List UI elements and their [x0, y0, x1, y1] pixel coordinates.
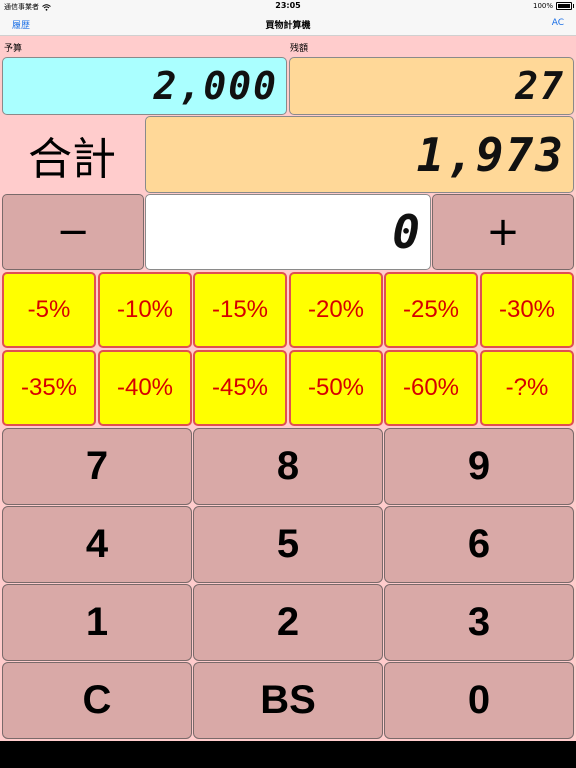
battery-icon [556, 2, 574, 10]
discount-25-button[interactable]: -25% [384, 272, 478, 348]
keypad: 7 8 9 4 5 6 1 2 3 C BS 0 [0, 428, 576, 741]
minus-label: − [56, 209, 90, 255]
discount-15-button[interactable]: -15% [193, 272, 287, 348]
status-time: 23:05 [275, 1, 301, 10]
discount-30-button[interactable]: -30% [480, 272, 574, 348]
key-6[interactable]: 6 [384, 506, 574, 583]
discount-5-button[interactable]: -5% [2, 272, 96, 348]
display-area: 予算 残額 2,000 27 合計 1,973 − 0 + [0, 36, 576, 270]
key-0[interactable]: 0 [384, 662, 574, 739]
key-9[interactable]: 9 [384, 428, 574, 505]
remaining-display: 27 [289, 57, 574, 115]
minus-button[interactable]: − [2, 194, 144, 270]
key-7[interactable]: 7 [2, 428, 192, 505]
status-bar: 通信事業者 23:05 100% [0, 0, 576, 12]
plus-button[interactable]: + [432, 194, 574, 270]
status-right: 100% [532, 2, 574, 10]
discount-40-button[interactable]: -40% [98, 350, 192, 426]
budget-label: 予算 [4, 44, 23, 54]
battery-percent: 100% [532, 2, 553, 10]
discount-20-button[interactable]: -20% [289, 272, 383, 348]
discount-35-button[interactable]: -35% [2, 350, 96, 426]
key-8[interactable]: 8 [193, 428, 383, 505]
backspace-button[interactable]: BS [193, 662, 383, 739]
page-title: 買物計算機 [265, 21, 311, 31]
bottom-bar [0, 741, 576, 768]
plus-label: + [486, 209, 520, 255]
discount-grid: -5% -10% -15% -20% -25% -30% -35% -40% -… [0, 270, 576, 428]
key-2[interactable]: 2 [193, 584, 383, 661]
key-4[interactable]: 4 [2, 506, 192, 583]
budget-display[interactable]: 2,000 [2, 57, 287, 115]
all-clear-button[interactable]: AC [552, 18, 564, 28]
clear-button[interactable]: C [2, 662, 192, 739]
total-label: 合計 [28, 134, 116, 185]
key-5[interactable]: 5 [193, 506, 383, 583]
key-1[interactable]: 1 [2, 584, 192, 661]
input-display[interactable]: 0 [145, 194, 431, 270]
key-3[interactable]: 3 [384, 584, 574, 661]
discount-10-button[interactable]: -10% [98, 272, 192, 348]
discount-custom-button[interactable]: -?% [480, 350, 574, 426]
discount-50-button[interactable]: -50% [289, 350, 383, 426]
discount-60-button[interactable]: -60% [384, 350, 478, 426]
nav-bar: 履歴 買物計算機 AC [0, 12, 576, 36]
remaining-label: 残額 [290, 44, 309, 54]
total-display: 1,973 [145, 116, 574, 193]
discount-45-button[interactable]: -45% [193, 350, 287, 426]
